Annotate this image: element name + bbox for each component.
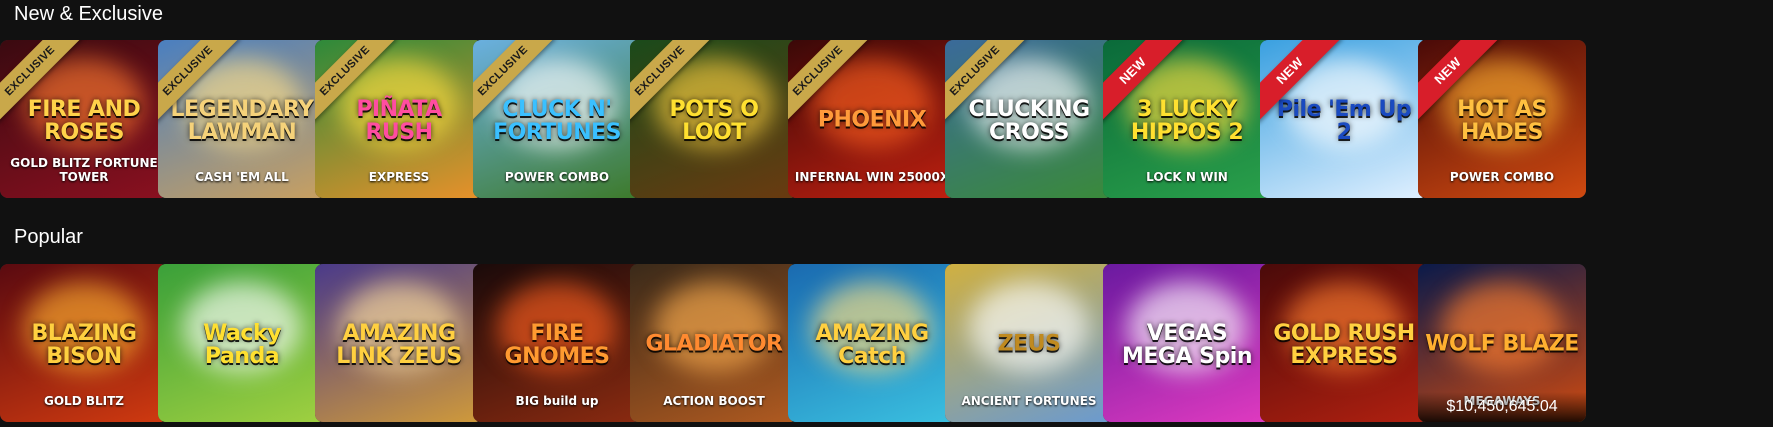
game-logo-subtitle: EXPRESS <box>368 170 430 184</box>
game-logo-title: CLUCKING CROSS <box>968 97 1090 146</box>
game-logo-title: CLUCK N' FORTUNES <box>493 97 621 146</box>
game-logo-title: Pile 'Em Up 2 <box>1276 97 1412 146</box>
game-logo-subtitle: ANCIENT FORTUNES <box>961 394 1097 408</box>
game-tile-wolf-blaze[interactable]: WOLF BLAZEMEGAWAYS$10,450,645.04 <box>1418 264 1586 422</box>
game-logo-title: WOLF BLAZE <box>1425 331 1579 357</box>
game-tile-phoenix[interactable]: PHOENIX INFERNAL WIN 25000X EXCLUSIVE <box>788 40 956 198</box>
game-tile-vegas-mega-spin[interactable]: VEGAS MEGA Spin <box>1103 264 1271 422</box>
game-logo-title: FIRE AND ROSES <box>27 97 141 146</box>
game-tile-blazing-bison[interactable]: BLAZING BISON GOLD BLITZ <box>0 264 168 422</box>
game-tile-fire-gnomes[interactable]: FIRE GNOMES BIG build up <box>473 264 641 422</box>
game-logo-title: PHOENIX <box>817 107 927 133</box>
game-logo-title: PIÑATA RUSH <box>356 97 442 146</box>
jackpot-amount: $10,450,645.04 <box>1418 392 1586 422</box>
thumbnail-glow <box>1442 282 1562 373</box>
game-logo-subtitle: ACTION BOOST <box>663 394 765 408</box>
game-logo-title: VEGAS MEGA Spin <box>1122 321 1252 370</box>
game-logo-subtitle: POWER COMBO <box>504 170 610 184</box>
game-logo-title: AMAZING Catch <box>815 321 929 370</box>
game-tile-pots-o-loot[interactable]: POTS O LOOT EXCLUSIVE <box>630 40 798 198</box>
game-logo-title: 3 LUCKY HIPPOS 2 <box>1130 97 1244 146</box>
game-logo-title: POTS O LOOT <box>669 97 759 146</box>
game-tile-amazing-catch[interactable]: AMAZING Catch <box>788 264 956 422</box>
game-tile-3-lucky-hippos-2[interactable]: 3 LUCKY HIPPOS 2 LOCK N WIN NEW <box>1103 40 1271 198</box>
game-tile-hot-as-hades[interactable]: HOT AS HADES POWER COMBO NEW <box>1418 40 1586 198</box>
game-carousel-popular: BLAZING BISON GOLD BLITZ Wacky Panda AMAZIN… <box>0 264 1773 422</box>
game-logo-subtitle: GOLD BLITZ <box>44 394 124 408</box>
game-logo-title: ZEUS <box>997 331 1061 357</box>
section-title-new-exclusive: New & Exclusive <box>14 3 163 25</box>
game-logo-title: BLAZING BISON <box>31 321 137 370</box>
thumbnail-glow <box>969 282 1089 373</box>
game-tile-amazing-link-zeus[interactable]: AMAZING LINK ZEUS <box>315 264 483 422</box>
game-tile-pile-em-up-2[interactable]: Pile 'Em Up 2 NEW <box>1260 40 1428 198</box>
game-carousel-new-exclusive: FIRE AND ROSES GOLD BLITZ FORTUNE TOWER EX… <box>0 40 1773 198</box>
game-tile-clucking-cross[interactable]: CLUCKING CROSS EXCLUSIVE <box>945 40 1113 198</box>
game-logo-subtitle: LOCK N WIN <box>1146 170 1228 184</box>
game-tile-gladiator[interactable]: GLADIATOR ACTION BOOST <box>630 264 798 422</box>
game-logo-subtitle: GOLD BLITZ FORTUNE TOWER <box>10 156 158 184</box>
game-tile-wacky-panda[interactable]: Wacky Panda <box>158 264 326 422</box>
game-tile-fire-and-roses[interactable]: FIRE AND ROSES GOLD BLITZ FORTUNE TOWER EX… <box>0 40 168 198</box>
game-tile-pi-ata-rush[interactable]: PIÑATA RUSH EXPRESS EXCLUSIVE <box>315 40 483 198</box>
game-logo-title: AMAZING LINK ZEUS <box>336 321 462 370</box>
game-tile-zeus[interactable]: ZEUS ANCIENT FORTUNES <box>945 264 1113 422</box>
game-logo-subtitle: INFERNAL WIN 25000X <box>794 170 950 184</box>
game-logo-title: FIRE GNOMES <box>504 321 610 370</box>
game-logo-title: GLADIATOR <box>645 331 783 357</box>
game-tile-cluck-n-fortunes[interactable]: CLUCK N' FORTUNES POWER COMBO EXCLUSIVE <box>473 40 641 198</box>
game-logo-title: Wacky Panda <box>203 321 281 370</box>
game-tile-gold-rush-express[interactable]: GOLD RUSH EXPRESS <box>1260 264 1428 422</box>
game-tile-legendary-lawman[interactable]: LEGENDARY LAWMAN CASH 'EM ALL EXCLUSIVE <box>158 40 326 198</box>
game-logo-title: HOT AS HADES <box>1457 97 1547 146</box>
game-logo-subtitle: POWER COMBO <box>1449 170 1555 184</box>
game-logo-subtitle: BIG build up <box>515 394 599 408</box>
game-logo-title: GOLD RUSH EXPRESS <box>1273 321 1415 370</box>
thumbnail-glow <box>654 282 774 373</box>
game-logo-subtitle: CASH 'EM ALL <box>195 170 289 184</box>
section-title-popular: Popular <box>14 226 83 248</box>
game-logo-title: LEGENDARY LAWMAN <box>170 97 314 146</box>
